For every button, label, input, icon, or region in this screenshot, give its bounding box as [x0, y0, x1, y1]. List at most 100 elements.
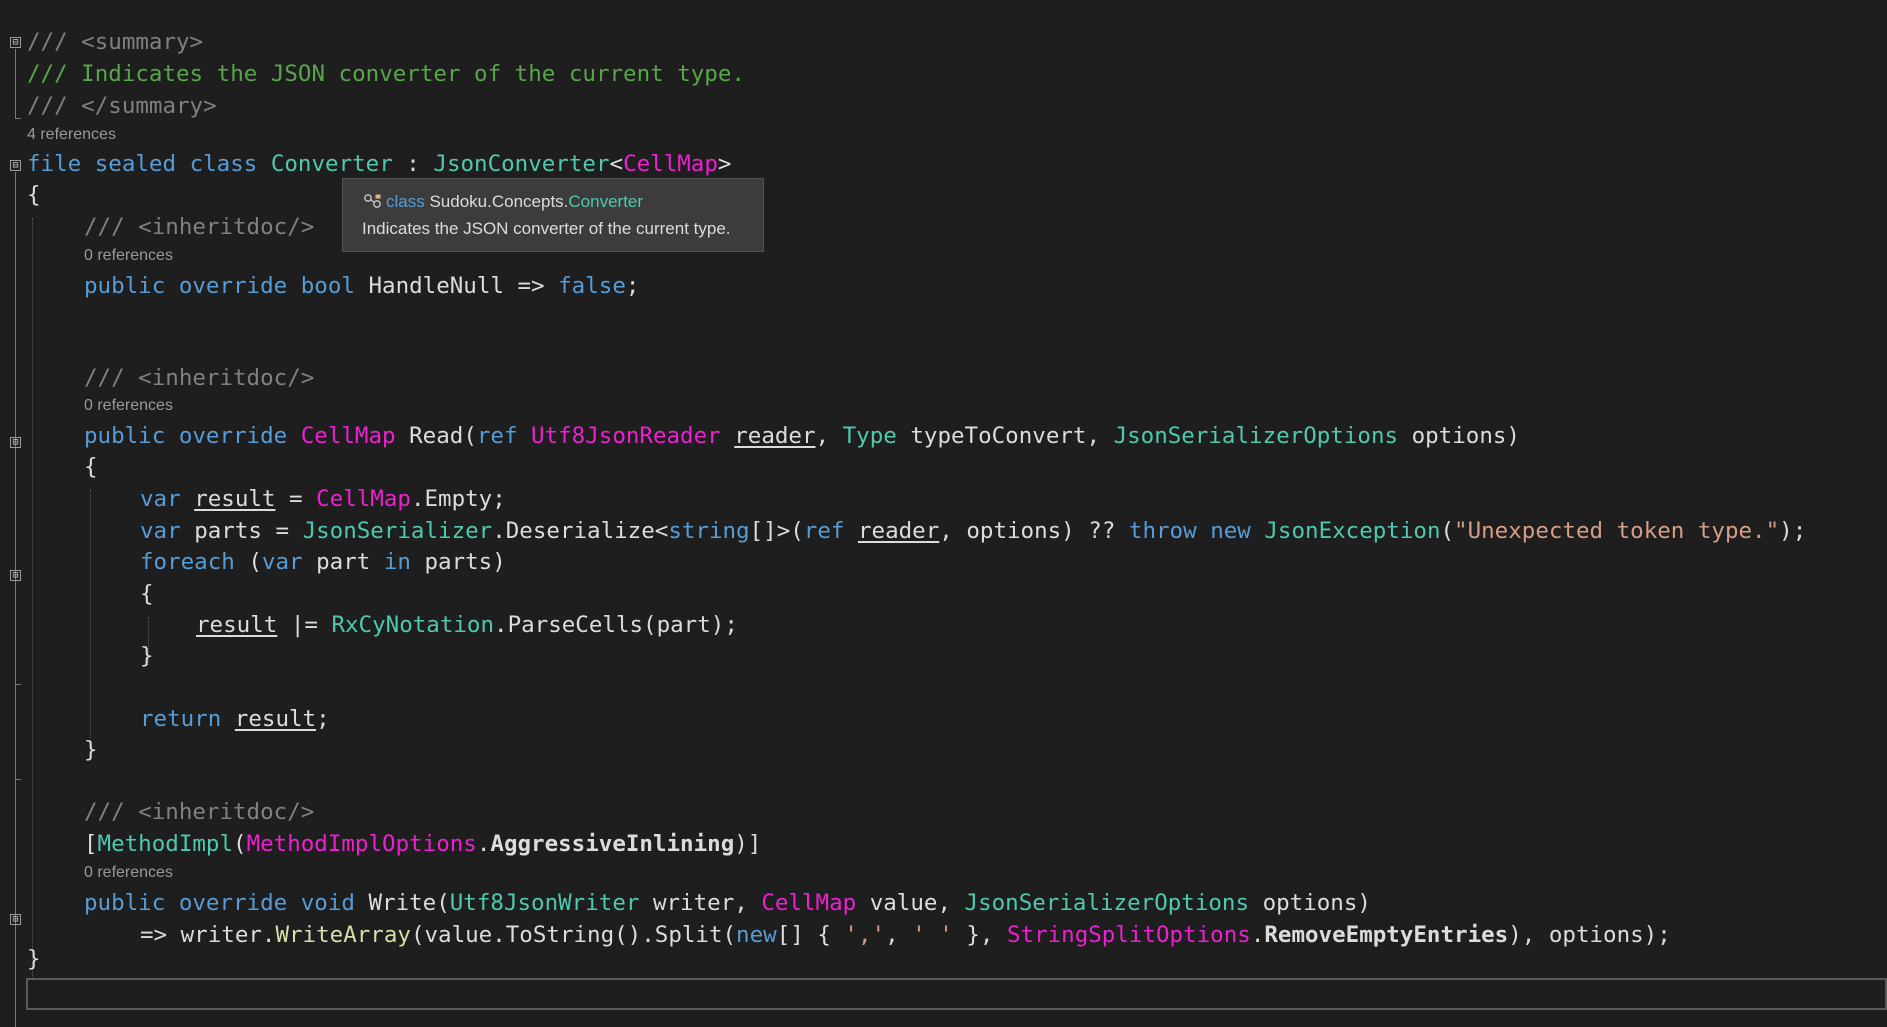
punct: ), options);	[1508, 922, 1671, 948]
punct: , options) ??	[939, 518, 1129, 544]
brace: }	[27, 946, 41, 972]
parameter[interactable]: options)	[1249, 890, 1371, 916]
method-name[interactable]: Read	[409, 423, 463, 449]
fold-summary-toggle[interactable]: ⊟	[10, 37, 21, 48]
parameter[interactable]: typeToConvert	[910, 423, 1086, 449]
current-line-highlight[interactable]	[26, 978, 1887, 1010]
local-variable[interactable]: result	[194, 486, 275, 512]
code-line[interactable]: /// <summary>	[27, 27, 203, 57]
keyword: class	[189, 151, 258, 177]
code-line-handlenull[interactable]: public override bool HandleNull => false…	[84, 271, 639, 301]
parameter[interactable]: value,	[856, 890, 964, 916]
code-line-read-signature[interactable]: public override CellMap Read(ref Utf8Jso…	[84, 421, 1520, 451]
type-name[interactable]: JsonSerializerOptions	[1114, 423, 1398, 449]
code-line[interactable]: {	[140, 579, 154, 609]
keyword: override	[178, 890, 288, 916]
punct: =>	[503, 273, 559, 299]
indent-guide	[32, 218, 33, 988]
quick-info-tooltip: class Sudoku.Concepts.Converter Indicate…	[342, 178, 764, 252]
base-type[interactable]: JsonConverter	[433, 151, 609, 177]
type-name[interactable]: RxCyNotation	[331, 612, 494, 638]
code-line-result-decl[interactable]: var result = CellMap.Empty;	[140, 484, 506, 514]
keyword: bool	[300, 273, 355, 299]
type-name[interactable]: JsonSerializer	[303, 518, 493, 544]
code-line-foreach[interactable]: foreach (var part in parts)	[140, 547, 506, 577]
punct: )]	[734, 831, 762, 857]
type-name[interactable]: CellMap	[761, 890, 856, 916]
parameter[interactable]: reader	[858, 518, 939, 544]
method-name[interactable]: Write	[368, 890, 436, 916]
code-line[interactable]: /// <inheritdoc/>	[84, 797, 314, 827]
doc-comment: /// <summary>	[27, 29, 204, 55]
enum-member[interactable]: RemoveEmptyEntries	[1264, 922, 1508, 948]
enum-member[interactable]: AggressiveInlining	[490, 831, 734, 857]
type-name[interactable]: Utf8JsonWriter	[450, 890, 640, 916]
local-variable[interactable]: result	[196, 612, 277, 638]
keyword: string	[668, 518, 750, 544]
type-argument[interactable]: CellMap	[623, 151, 718, 177]
code-line-attribute[interactable]: [MethodImpl(MethodImplOptions.Aggressive…	[84, 829, 761, 859]
punct: :	[392, 151, 434, 177]
fold-foreach-toggle[interactable]: ⊟	[10, 570, 21, 581]
local-variable[interactable]: result	[235, 706, 316, 732]
keyword: override	[178, 423, 288, 449]
enum-name[interactable]: StringSplitOptions	[1007, 922, 1251, 948]
attribute-name[interactable]: MethodImpl	[98, 831, 233, 857]
code-line[interactable]: /// </summary>	[27, 91, 217, 121]
fold-write-toggle[interactable]: ⊟	[10, 914, 21, 925]
type-name[interactable]: JsonSerializerOptions	[965, 890, 1249, 916]
parameter[interactable]: options	[1412, 423, 1507, 449]
code-line[interactable]: {	[27, 180, 41, 210]
tooltip-type-name: Converter	[568, 192, 644, 211]
code-line-return[interactable]: return result;	[140, 704, 330, 734]
keyword: ref	[476, 423, 518, 449]
codelens-class-references[interactable]: 4 references	[27, 125, 116, 145]
property-name[interactable]: HandleNull	[368, 273, 503, 299]
codelens-read-references[interactable]: 0 references	[84, 396, 173, 416]
doc-comment: /// </summary>	[27, 93, 217, 119]
type-name[interactable]: CellMap	[316, 486, 411, 512]
keyword: var	[261, 549, 303, 575]
local-variable[interactable]: part	[303, 549, 384, 575]
fold-class-toggle[interactable]: ⊟	[10, 160, 21, 171]
tooltip-description: Indicates the JSON converter of the curr…	[362, 219, 731, 238]
code-line-write-body[interactable]: => writer.WriteArray(value.ToString().Sp…	[140, 920, 1671, 950]
codelens-handlenull-references[interactable]: 0 references	[84, 246, 173, 266]
fold-tick	[15, 118, 21, 119]
code-line-class-declaration[interactable]: file sealed class Converter : JsonConver…	[27, 149, 731, 179]
fold-line	[15, 49, 16, 118]
code-line-write-signature[interactable]: public override void Write(Utf8JsonWrite…	[84, 888, 1371, 918]
enum-name[interactable]: MethodImplOptions	[247, 831, 477, 857]
code-line[interactable]: {	[84, 452, 98, 482]
parameter[interactable]: reader	[734, 423, 815, 449]
punct: ;	[625, 273, 640, 299]
punct: (	[463, 423, 477, 449]
code-line[interactable]: /// <inheritdoc/>	[84, 212, 314, 242]
type-name[interactable]: JsonException	[1264, 518, 1440, 544]
type-name[interactable]: Type	[843, 423, 897, 449]
local-variable[interactable]: parts	[194, 518, 262, 544]
local-variable[interactable]: parts)	[411, 549, 505, 575]
fold-read-toggle[interactable]: ⊟	[10, 437, 21, 448]
parameter[interactable]: writer,	[639, 890, 761, 916]
expression-arrow: => writer.	[140, 922, 276, 948]
punct: },	[952, 922, 1007, 948]
doc-comment: /// <inheritdoc/>	[84, 214, 315, 240]
codelens-write-references[interactable]: 0 references	[84, 863, 173, 883]
code-line[interactable]: }	[140, 641, 154, 671]
class-name[interactable]: Converter	[271, 151, 393, 177]
code-line[interactable]: }	[84, 735, 98, 765]
code-line[interactable]: /// Indicates the JSON converter of the …	[27, 59, 745, 89]
gutter	[0, 0, 26, 1015]
punct: [	[84, 831, 98, 857]
punct: .	[476, 831, 491, 857]
method-call[interactable]: WriteArray	[275, 922, 410, 948]
keyword: file	[27, 151, 82, 177]
code-line-parts-decl[interactable]: var parts = JsonSerializer.Deserialize<s…	[140, 516, 1806, 546]
type-name[interactable]: Utf8JsonReader	[531, 423, 721, 449]
code-line-parse[interactable]: result |= RxCyNotation.ParseCells(part);	[196, 610, 738, 640]
type-name[interactable]: CellMap	[301, 423, 396, 449]
code-line[interactable]: }	[27, 944, 41, 974]
code-editor[interactable]: ⊟ ⊟ ⊟ ⊟ ⊟ /// <summary> /// Indicates th…	[0, 0, 1887, 1027]
code-line[interactable]: /// <inheritdoc/>	[84, 363, 314, 393]
